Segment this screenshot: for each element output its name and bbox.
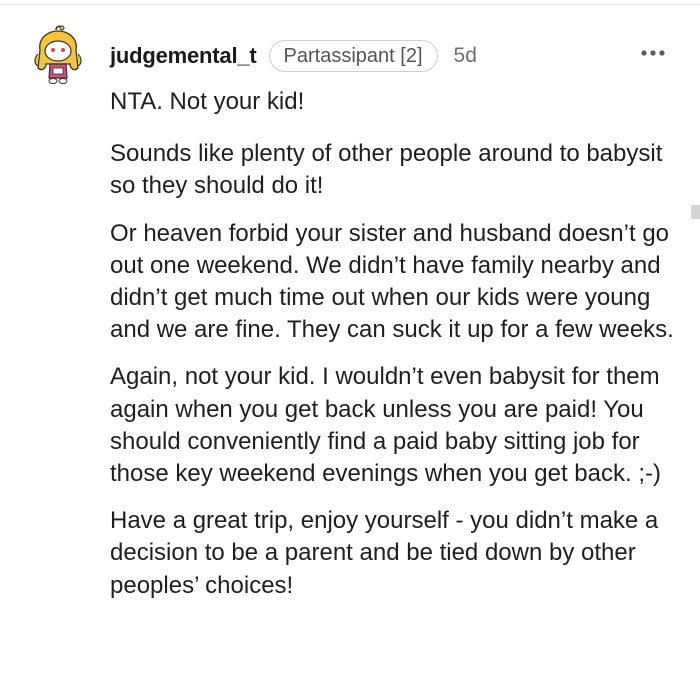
comment-page: judgemental_t Partassipant [2] 5d NTA. N…: [0, 0, 700, 699]
comment-header: judgemental_t Partassipant [2] 5d: [110, 38, 477, 74]
comment-paragraph: Sounds like plenty of other people aroun…: [110, 140, 663, 200]
username-link[interactable]: judgemental_t: [110, 43, 257, 69]
user-flair-badge: Partassipant [2]: [268, 40, 438, 72]
comment-paragraph: Have a great trip, enjoy yourself - you …: [110, 507, 659, 599]
comment-body: NTA. Not your kid! Sounds like plenty of…: [110, 86, 680, 617]
comment-paragraph: Again, not your kid. I wouldn’t even bab…: [110, 363, 661, 488]
avatar-icon: [34, 25, 82, 84]
user-avatar[interactable]: [32, 24, 84, 86]
comment-timestamp[interactable]: 5d: [454, 44, 477, 68]
top-divider: [0, 4, 700, 5]
more-options-button[interactable]: [636, 40, 670, 66]
comment-paragraph: NTA. Not your kid!: [110, 88, 305, 115]
comment-paragraph: Or heaven forbid your sister and husband…: [110, 219, 674, 344]
scrollbar-thumb[interactable]: [691, 205, 700, 219]
more-horizontal-icon: [641, 50, 665, 56]
